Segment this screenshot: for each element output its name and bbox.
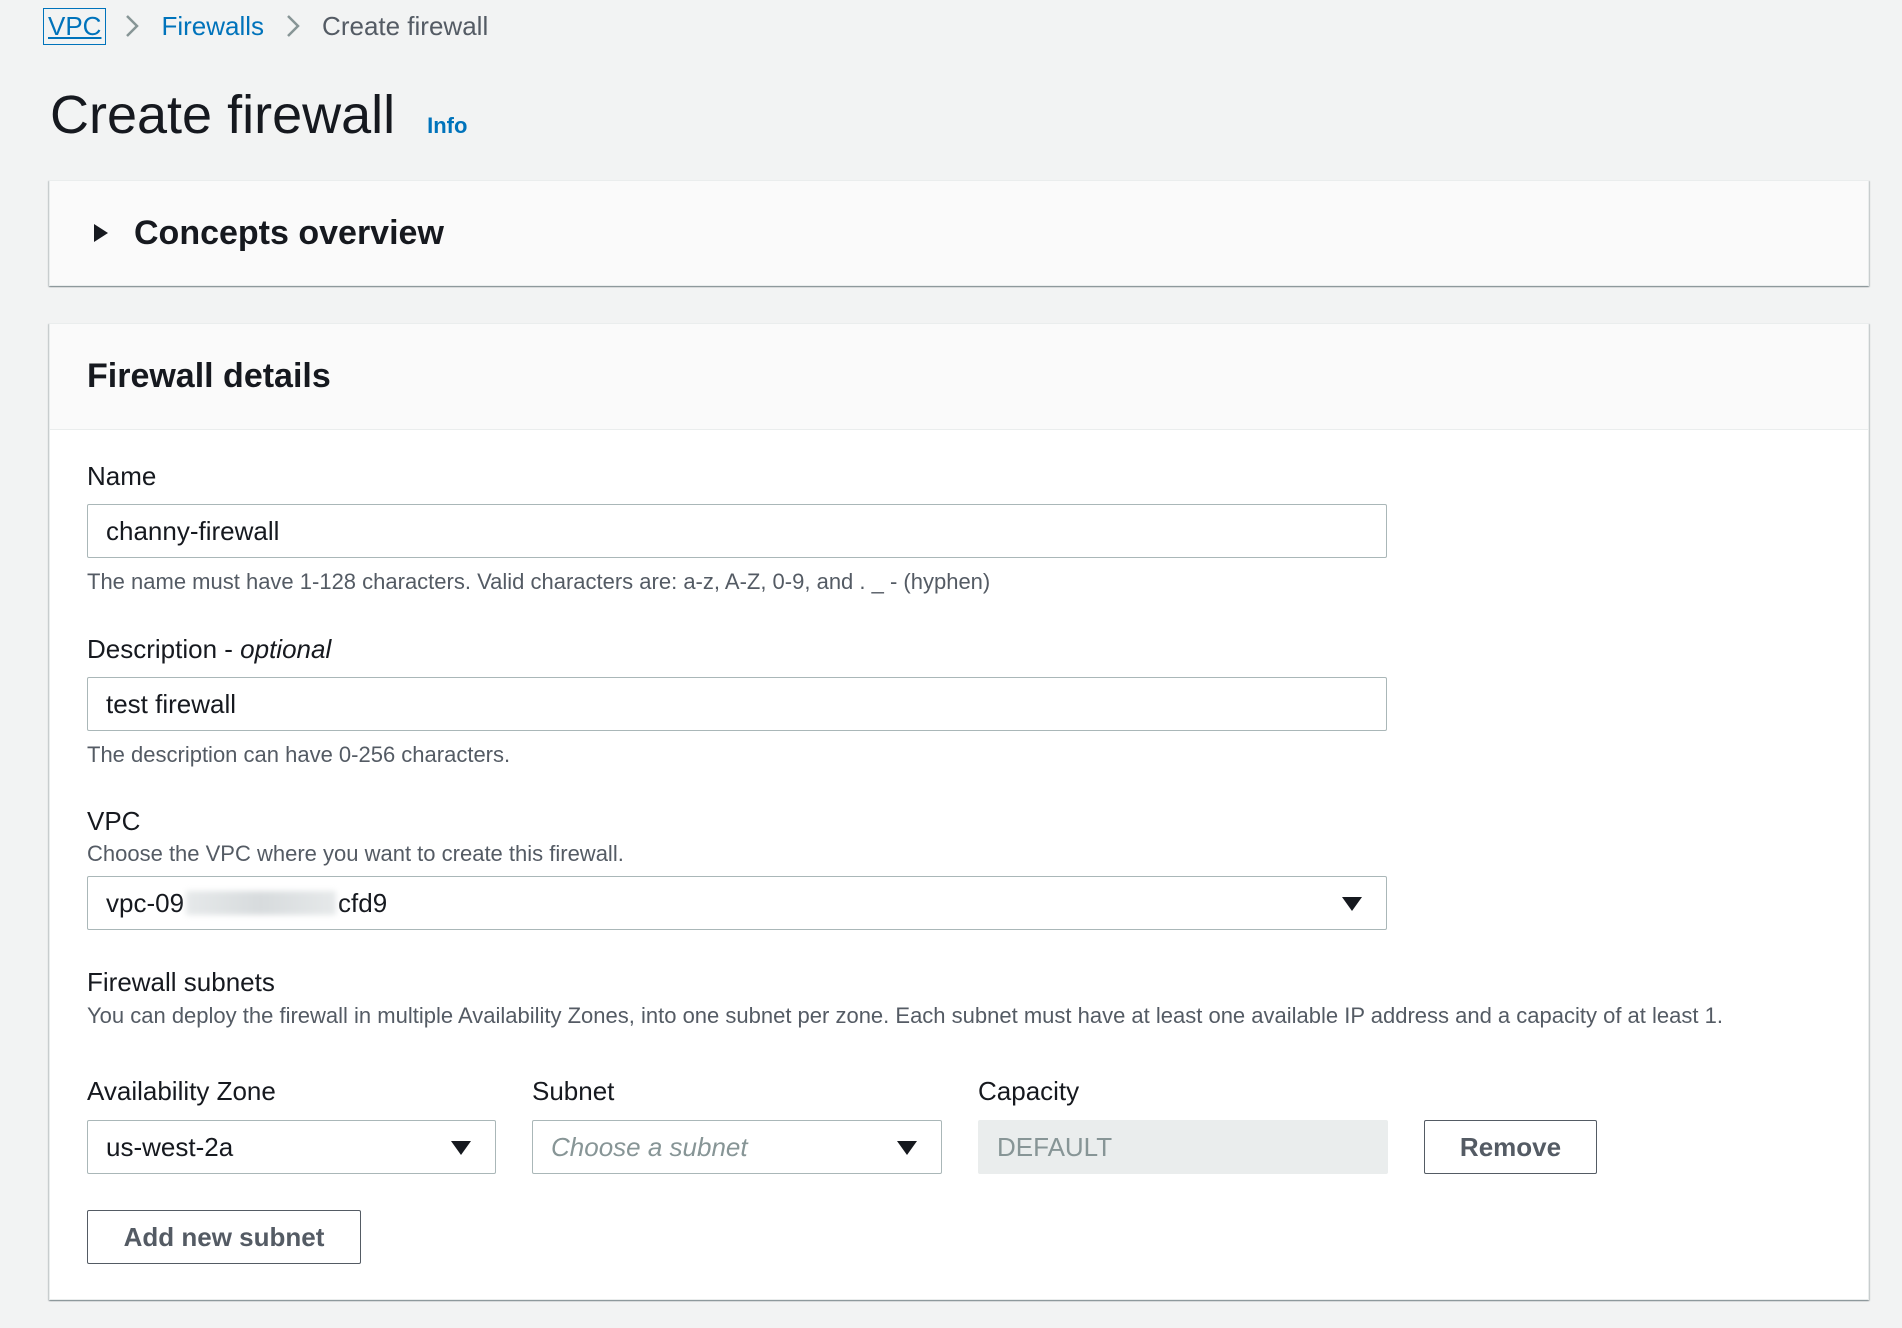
add-new-subnet-button[interactable]: Add new subnet xyxy=(87,1210,361,1264)
description-label-text: Description - xyxy=(87,634,241,664)
description-input-value: test firewall xyxy=(106,688,237,719)
remove-button[interactable]: Remove xyxy=(1424,1120,1597,1174)
breadcrumb: VPC Firewalls Create firewall xyxy=(42,7,489,45)
name-help: The name must have 1-128 characters. Val… xyxy=(87,569,991,594)
vpc-help: Choose the VPC where you want to create … xyxy=(87,841,624,866)
redacted-blur xyxy=(186,891,337,915)
availability-zone-select[interactable]: us-west-2a xyxy=(87,1120,496,1174)
vpc-label: VPC xyxy=(87,806,141,836)
breadcrumb-current: Create firewall xyxy=(322,10,489,41)
capacity-value: DEFAULT xyxy=(997,1131,1113,1162)
concepts-overview-panel[interactable]: Concepts overview xyxy=(49,180,1869,286)
subnet-select[interactable]: Choose a subnet xyxy=(532,1120,942,1174)
availability-zone-value: us-west-2a xyxy=(106,1131,234,1162)
description-input[interactable]: test firewall xyxy=(87,677,1387,731)
chevron-right-icon xyxy=(286,14,300,38)
chevron-right-icon xyxy=(125,14,140,38)
optional-label: optional xyxy=(240,634,332,664)
page-header: Create firewall Info xyxy=(50,84,467,146)
vpc-value-suffix: cfd9 xyxy=(338,887,388,918)
description-label: Description - optional xyxy=(87,634,331,665)
concepts-overview-title: Concepts overview xyxy=(134,213,444,252)
description-help: The description can have 0-256 character… xyxy=(87,742,511,767)
firewall-subnets-help: You can deploy the firewall in multiple … xyxy=(87,1003,1723,1028)
capacity-field: DEFAULT xyxy=(978,1120,1388,1174)
firewall-details-header: Firewall details xyxy=(50,324,1868,430)
breadcrumb-vpc-link[interactable]: VPC xyxy=(42,7,107,45)
subnet-label: Subnet xyxy=(532,1076,615,1106)
caret-down-icon xyxy=(451,1141,471,1155)
vpc-value-prefix: vpc-09 xyxy=(106,887,185,918)
caret-down-icon xyxy=(897,1141,917,1155)
info-link[interactable]: Info xyxy=(427,113,467,139)
name-input-value: channy-firewall xyxy=(106,515,280,546)
capacity-label: Capacity xyxy=(978,1076,1080,1106)
subnet-placeholder: Choose a subnet xyxy=(551,1131,748,1162)
firewall-details-panel: Firewall details Name channy-firewall Th… xyxy=(49,323,1869,1300)
caret-right-icon xyxy=(94,224,108,242)
name-label: Name xyxy=(87,461,157,491)
page-title: Create firewall xyxy=(50,85,396,145)
name-input[interactable]: channy-firewall xyxy=(87,504,1387,558)
vpc-select[interactable]: vpc-09 cfd9 xyxy=(87,876,1387,930)
breadcrumb-firewalls-link[interactable]: Firewalls xyxy=(161,11,264,42)
firewall-details-title: Firewall details xyxy=(87,357,331,395)
availability-zone-label: Availability Zone xyxy=(87,1076,276,1106)
firewall-subnets-label: Firewall subnets xyxy=(87,967,275,997)
caret-down-icon xyxy=(1342,897,1362,911)
